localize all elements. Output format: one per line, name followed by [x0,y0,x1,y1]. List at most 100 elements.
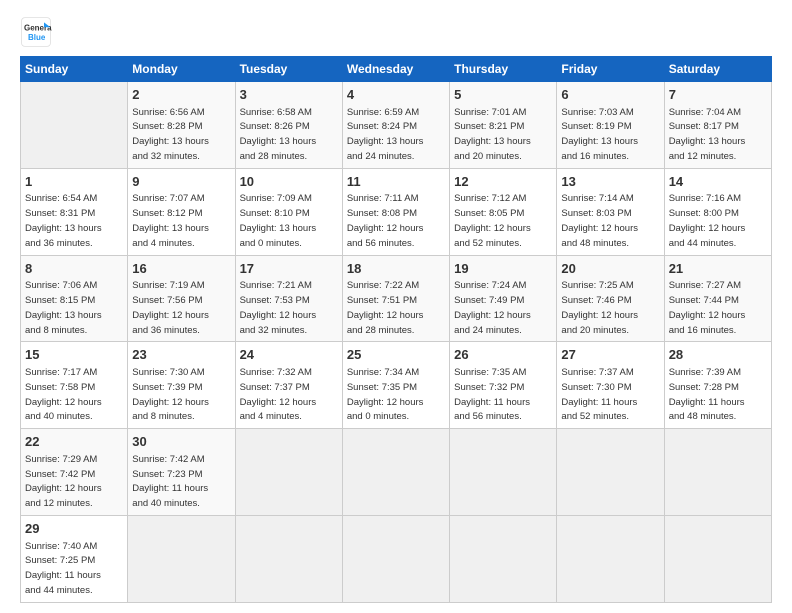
day-info: Sunrise: 7:17 AM Sunset: 7:58 PM Dayligh… [25,367,102,422]
day-cell: 6 Sunrise: 7:03 AM Sunset: 8:19 PM Daylig… [557,82,664,169]
day-cell: 19Sunrise: 7:24 AM Sunset: 7:49 PM Dayli… [450,255,557,342]
day-cell: 25 Sunrise: 7:34 AM Sunset: 7:35 PM Dayli… [342,342,449,429]
day-number: 13 [561,173,659,191]
col-header-wednesday: Wednesday [342,57,449,82]
logo-icon: General Blue [20,16,52,48]
week-row-0: 2Sunrise: 6:56 AM Sunset: 8:28 PM Daylig… [21,82,772,169]
day-cell: 5Sunrise: 7:01 AM Sunset: 8:21 PM Daylig… [450,82,557,169]
page: General Blue SundayMondayTuesdayWednesda… [0,0,792,613]
day-cell: 29Sunrise: 7:40 AM Sunset: 7:25 PM Dayli… [21,515,128,602]
day-cell: 9 Sunrise: 7:07 AM Sunset: 8:12 PM Daylig… [128,168,235,255]
day-info: Sunrise: 7:35 AM Sunset: 7:32 PM Dayligh… [454,367,530,422]
day-info: Sunrise: 7:34 AM Sunset: 7:35 PM Dayligh… [347,367,424,422]
day-number: 26 [454,346,552,364]
day-cell: 18 Sunrise: 7:22 AM Sunset: 7:51 PM Dayli… [342,255,449,342]
day-cell [557,515,664,602]
day-number: 18 [347,260,445,278]
day-cell [235,429,342,516]
day-info: Sunrise: 7:42 AM Sunset: 7:23 PM Dayligh… [132,454,208,509]
day-cell: 20 Sunrise: 7:25 AM Sunset: 7:46 PM Dayli… [557,255,664,342]
day-info: Sunrise: 7:07 AM Sunset: 8:12 PM Dayligh… [132,193,209,248]
day-number: 30 [132,433,230,451]
day-number: 3 [240,86,338,104]
week-row-3: 15 Sunrise: 7:17 AM Sunset: 7:58 PM Dayli… [21,342,772,429]
day-cell [342,429,449,516]
day-cell [450,515,557,602]
day-info: Sunrise: 7:25 AM Sunset: 7:46 PM Dayligh… [561,280,638,335]
day-info: Sunrise: 7:30 AM Sunset: 7:39 PM Dayligh… [132,367,209,422]
day-cell: 27 Sunrise: 7:37 AM Sunset: 7:30 PM Dayli… [557,342,664,429]
day-number: 23 [132,346,230,364]
day-info: Sunrise: 7:12 AM Sunset: 8:05 PM Dayligh… [454,193,531,248]
day-cell: 17 Sunrise: 7:21 AM Sunset: 7:53 PM Dayli… [235,255,342,342]
col-header-tuesday: Tuesday [235,57,342,82]
day-number: 5 [454,86,552,104]
day-info: Sunrise: 6:58 AM Sunset: 8:26 PM Dayligh… [240,107,317,162]
day-number: 22 [25,433,123,451]
logo: General Blue [20,16,56,48]
day-cell [342,515,449,602]
day-cell: 21Sunrise: 7:27 AM Sunset: 7:44 PM Dayli… [664,255,771,342]
day-cell: 16 Sunrise: 7:19 AM Sunset: 7:56 PM Dayli… [128,255,235,342]
day-info: Sunrise: 7:19 AM Sunset: 7:56 PM Dayligh… [132,280,209,335]
day-cell: 15 Sunrise: 7:17 AM Sunset: 7:58 PM Dayli… [21,342,128,429]
day-cell: 14Sunrise: 7:16 AM Sunset: 8:00 PM Dayli… [664,168,771,255]
day-info: Sunrise: 7:32 AM Sunset: 7:37 PM Dayligh… [240,367,317,422]
day-number: 4 [347,86,445,104]
day-info: Sunrise: 7:09 AM Sunset: 8:10 PM Dayligh… [240,193,317,248]
day-info: Sunrise: 6:54 AM Sunset: 8:31 PM Dayligh… [25,193,102,248]
day-number: 15 [25,346,123,364]
day-cell: 30 Sunrise: 7:42 AM Sunset: 7:23 PM Dayli… [128,429,235,516]
day-cell: 10Sunrise: 7:09 AM Sunset: 8:10 PM Dayli… [235,168,342,255]
svg-text:General: General [24,23,52,32]
day-number: 9 [132,173,230,191]
day-number: 25 [347,346,445,364]
day-number: 20 [561,260,659,278]
day-cell: 4 Sunrise: 6:59 AM Sunset: 8:24 PM Daylig… [342,82,449,169]
week-row-5: 29Sunrise: 7:40 AM Sunset: 7:25 PM Dayli… [21,515,772,602]
day-info: Sunrise: 7:04 AM Sunset: 8:17 PM Dayligh… [669,107,746,162]
day-info: Sunrise: 7:16 AM Sunset: 8:00 PM Dayligh… [669,193,746,248]
week-row-4: 22 Sunrise: 7:29 AM Sunset: 7:42 PM Dayli… [21,429,772,516]
day-cell: 7Sunrise: 7:04 AM Sunset: 8:17 PM Daylig… [664,82,771,169]
day-number: 27 [561,346,659,364]
day-number: 11 [347,173,445,191]
day-number: 2 [132,86,230,104]
day-cell: 8Sunrise: 7:06 AM Sunset: 8:15 PM Daylig… [21,255,128,342]
day-number: 21 [669,260,767,278]
day-info: Sunrise: 7:40 AM Sunset: 7:25 PM Dayligh… [25,541,101,596]
header-row: SundayMondayTuesdayWednesdayThursdayFrid… [21,57,772,82]
day-cell [21,82,128,169]
day-cell: 13Sunrise: 7:14 AM Sunset: 8:03 PM Dayli… [557,168,664,255]
col-header-monday: Monday [128,57,235,82]
day-info: Sunrise: 7:29 AM Sunset: 7:42 PM Dayligh… [25,454,102,509]
day-cell: 26 Sunrise: 7:35 AM Sunset: 7:32 PM Dayli… [450,342,557,429]
day-number: 1 [25,173,123,191]
day-number: 6 [561,86,659,104]
day-info: Sunrise: 7:03 AM Sunset: 8:19 PM Dayligh… [561,107,638,162]
day-info: Sunrise: 7:22 AM Sunset: 7:51 PM Dayligh… [347,280,424,335]
day-info: Sunrise: 7:37 AM Sunset: 7:30 PM Dayligh… [561,367,637,422]
day-cell: 23 Sunrise: 7:30 AM Sunset: 7:39 PM Dayli… [128,342,235,429]
week-row-1: 1 Sunrise: 6:54 AM Sunset: 8:31 PM Daylig… [21,168,772,255]
day-info: Sunrise: 7:24 AM Sunset: 7:49 PM Dayligh… [454,280,531,335]
calendar-table: SundayMondayTuesdayWednesdayThursdayFrid… [20,56,772,603]
day-cell: 22 Sunrise: 7:29 AM Sunset: 7:42 PM Dayli… [21,429,128,516]
day-info: Sunrise: 7:21 AM Sunset: 7:53 PM Dayligh… [240,280,317,335]
day-info: Sunrise: 7:11 AM Sunset: 8:08 PM Dayligh… [347,193,424,248]
col-header-thursday: Thursday [450,57,557,82]
day-cell: 24 Sunrise: 7:32 AM Sunset: 7:37 PM Dayli… [235,342,342,429]
svg-text:Blue: Blue [28,33,46,42]
day-number: 16 [132,260,230,278]
day-info: Sunrise: 7:06 AM Sunset: 8:15 PM Dayligh… [25,280,102,335]
day-cell [128,515,235,602]
day-cell: 12Sunrise: 7:12 AM Sunset: 8:05 PM Dayli… [450,168,557,255]
col-header-sunday: Sunday [21,57,128,82]
day-cell [664,515,771,602]
col-header-saturday: Saturday [664,57,771,82]
day-info: Sunrise: 6:59 AM Sunset: 8:24 PM Dayligh… [347,107,424,162]
day-number: 24 [240,346,338,364]
day-number: 17 [240,260,338,278]
header: General Blue [20,16,772,48]
day-cell [450,429,557,516]
